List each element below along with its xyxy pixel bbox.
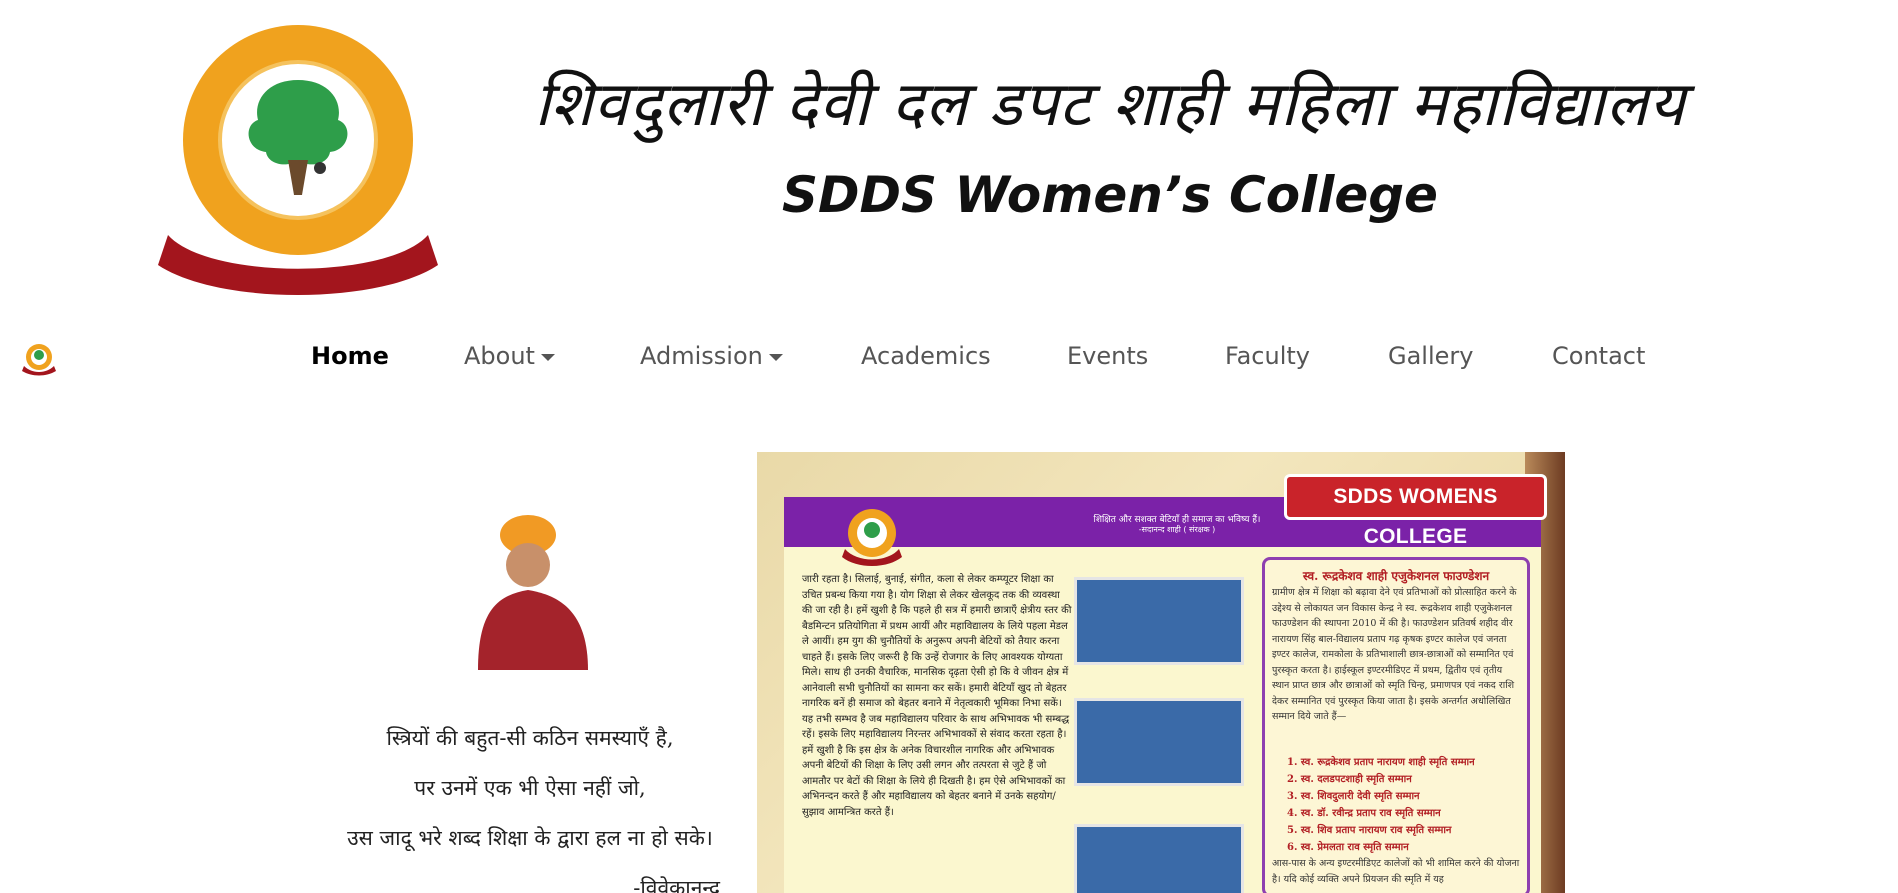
award-item: 4. स्व. डॉ. रवीन्द्र प्रताप राव स्मृति स… xyxy=(1287,808,1441,819)
nav-about[interactable]: About xyxy=(464,342,555,370)
nav-home[interactable]: Home xyxy=(311,342,389,370)
nav-contact[interactable]: Contact xyxy=(1552,342,1645,370)
poster-band-subtext: -सदानन्द शाही ( संरक्षक ) xyxy=(1138,525,1216,534)
caret-down-icon xyxy=(540,353,555,361)
nav-about-label: About xyxy=(464,342,535,370)
nav-academics[interactable]: Academics xyxy=(861,342,991,370)
foundation-text: ग्रामीण क्षेत्र में शिक्षा को बढ़ावा देन… xyxy=(1272,587,1517,722)
award-item: 3. स्व. शिवदुलारी देवी स्मृति सम्मान xyxy=(1287,791,1420,802)
nav-faculty[interactable]: Faculty xyxy=(1225,342,1310,370)
poster-photo-3 xyxy=(1074,824,1244,893)
quote-line-1: स्त्रियों की बहुत-सी कठिन समस्याएँ है, xyxy=(386,726,674,750)
caret-down-icon xyxy=(768,353,783,361)
vivekananda-portrait xyxy=(478,515,588,670)
site-header: शिवदुलारी देवी दल डपट शाही महिला महाविद्… xyxy=(0,0,1898,310)
college-name-hindi: शिवदुलारी देवी दल डपट शाही महिला महाविद्… xyxy=(534,67,1686,140)
poster-left-text: जारी रहता है। सिलाई, बुनाई, संगीत, कला स… xyxy=(802,574,1072,818)
award-item: 1. स्व. रूद्रकेशव प्रताप नारायण शाही स्म… xyxy=(1287,757,1475,768)
quote-line-2: पर उनमें एक भी ऐसा नहीं जो, xyxy=(414,776,646,800)
quote-author: -विवेकानन्द xyxy=(633,876,720,893)
college-poster-image: शिक्षित और सशक्त बेटियाँ ही समाज का भविष… xyxy=(757,452,1565,893)
nav-admission[interactable]: Admission xyxy=(640,342,783,370)
nav-menu: Home About Admission Academics Events Fa… xyxy=(0,330,1898,386)
nav-events[interactable]: Events xyxy=(1067,342,1148,370)
nav-admission-label: Admission xyxy=(640,342,763,370)
nav-academics-label: Academics xyxy=(861,342,991,370)
nav-events-label: Events xyxy=(1067,342,1149,370)
poster-photo-2 xyxy=(1074,698,1244,786)
award-item: 6. स्व. प्रेमलता राव स्मृति सम्मान xyxy=(1287,842,1409,853)
foundation-footer-text: आस-पास के अन्य इण्टरमीडिएट कालेजों को भी… xyxy=(1272,858,1520,885)
main-navbar: Home About Admission Academics Events Fa… xyxy=(0,330,1898,386)
poster-logo-icon xyxy=(842,509,902,566)
award-item: 5. स्व. शिव प्रताप नारायण राव स्मृति सम्… xyxy=(1287,825,1452,836)
nav-faculty-label: Faculty xyxy=(1225,342,1310,370)
nav-gallery[interactable]: Gallery xyxy=(1388,342,1473,370)
poster-photo-1 xyxy=(1074,577,1244,665)
nav-gallery-label: Gallery xyxy=(1388,342,1474,370)
nav-contact-label: Contact xyxy=(1552,342,1646,370)
nav-home-label: Home xyxy=(311,342,389,370)
poster-college-tag: SDDS WOMENS COLLEGE xyxy=(1284,474,1547,548)
quote-line-3: उस जादू भरे शब्द शिक्षा के द्वारा हल ना … xyxy=(347,826,713,850)
college-logo[interactable] xyxy=(148,20,448,300)
award-item: 2. स्व. दलडपटशाही स्मृति सम्मान xyxy=(1287,774,1412,785)
college-name-english: SDDS Women’s College xyxy=(782,166,1438,224)
foundation-title: स्व. रूद्रकेशव शाही एजुकेशनल फाउण्डेशन xyxy=(1302,569,1490,583)
award-list: 1. स्व. रूद्रकेशव प्रताप नारायण शाही स्म… xyxy=(1287,754,1517,856)
